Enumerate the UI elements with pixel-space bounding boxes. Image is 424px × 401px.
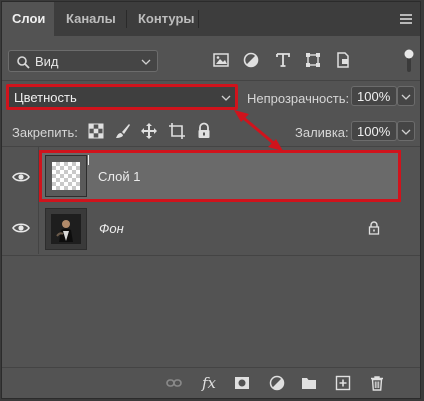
tab-separator xyxy=(198,10,199,28)
filter-row: Вид xyxy=(8,48,418,76)
transparent-thumbnail xyxy=(52,162,80,190)
tab-separator xyxy=(126,10,127,28)
layer-style-fx-button[interactable]: fx xyxy=(202,374,216,392)
layer-thumbnail xyxy=(45,155,87,197)
lock-label: Закрепить: xyxy=(12,125,78,140)
fill-label: Заливка: xyxy=(295,125,349,140)
layer-thumbnail xyxy=(45,208,87,250)
chevron-down-icon xyxy=(221,95,231,101)
fill-input[interactable]: 100% xyxy=(351,121,397,141)
add-mask-icon[interactable] xyxy=(234,375,250,391)
lock-transparency-icon[interactable] xyxy=(87,122,105,140)
fill-value: 100% xyxy=(357,124,391,139)
lock-all-icon[interactable] xyxy=(195,122,213,140)
layer-name[interactable]: Слой 1 xyxy=(98,169,140,184)
smart-object-filter-icon[interactable] xyxy=(334,51,352,69)
opacity-input[interactable]: 100% xyxy=(351,86,397,106)
tab-channels[interactable]: Каналы xyxy=(56,2,126,36)
photo-thumbnail xyxy=(51,214,81,244)
shape-layer-filter-icon[interactable] xyxy=(304,51,322,69)
filter-kind-select[interactable]: Вид xyxy=(8,50,158,72)
panel-menu-icon[interactable] xyxy=(400,14,412,24)
search-icon xyxy=(17,56,30,69)
link-layers-icon[interactable] xyxy=(166,375,182,391)
opacity-dropdown-button[interactable] xyxy=(397,86,415,106)
tab-paths[interactable]: Контуры xyxy=(128,2,205,36)
tab-paths-label: Контуры xyxy=(138,11,195,26)
filter-kind-label: Вид xyxy=(35,54,59,69)
layer-row-background[interactable]: Фон xyxy=(39,203,401,254)
blend-mode-label: Цветность xyxy=(14,90,77,105)
chevron-down-icon xyxy=(141,59,151,65)
divider xyxy=(2,80,420,81)
chevron-down-icon xyxy=(401,94,411,100)
tab-layers-label: Слои xyxy=(12,11,46,26)
bottom-toolbar: fx xyxy=(2,367,420,398)
layer-lock-icon xyxy=(368,221,380,235)
type-layer-filter-icon[interactable] xyxy=(274,51,292,69)
visibility-eye-icon[interactable] xyxy=(12,222,30,234)
delete-layer-trash-icon[interactable] xyxy=(369,375,385,391)
new-group-folder-icon[interactable] xyxy=(301,375,317,391)
visibility-column xyxy=(2,146,39,254)
opacity-label: Непрозрачность: xyxy=(247,91,350,106)
chevron-down-icon xyxy=(401,129,411,135)
tab-channels-label: Каналы xyxy=(66,11,116,26)
tab-layers[interactable]: Слои xyxy=(2,2,54,36)
layer-row-layer1[interactable]: Слой 1 xyxy=(39,150,401,202)
layer-name[interactable]: Фон xyxy=(99,221,124,236)
pixel-layer-filter-icon[interactable] xyxy=(212,51,230,69)
lock-artboard-icon[interactable] xyxy=(168,122,186,140)
new-adjustment-layer-icon[interactable] xyxy=(269,375,285,391)
tab-bar: Слои Каналы Контуры xyxy=(2,2,420,36)
visibility-eye-icon[interactable] xyxy=(12,171,30,183)
filter-toggle-switch[interactable] xyxy=(404,48,414,74)
adjustment-layer-filter-icon[interactable] xyxy=(242,51,260,69)
blend-mode-select[interactable]: Цветность xyxy=(6,84,238,110)
lock-image-pixels-icon[interactable] xyxy=(114,122,132,140)
thumbnail-selection-corner xyxy=(88,155,89,165)
lock-position-icon[interactable] xyxy=(140,122,158,140)
fill-dropdown-button[interactable] xyxy=(397,121,415,141)
layers-panel: Слои Каналы Контуры Вид Цветность Непроз… xyxy=(1,1,421,399)
divider xyxy=(2,255,420,256)
opacity-value: 100% xyxy=(357,89,391,104)
divider xyxy=(2,146,420,147)
new-layer-icon[interactable] xyxy=(335,375,351,391)
